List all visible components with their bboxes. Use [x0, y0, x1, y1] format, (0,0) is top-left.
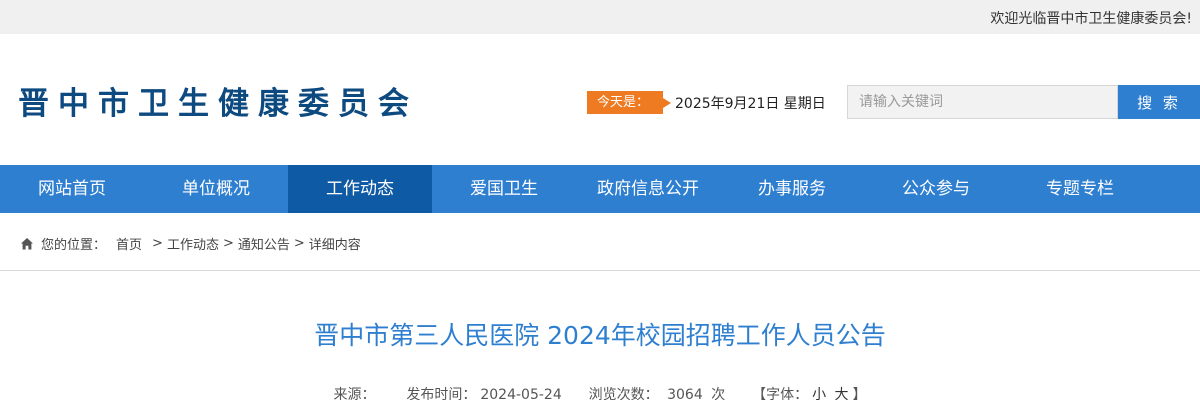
- breadcrumb-prefix: 您的位置：: [41, 238, 107, 253]
- breadcrumb-separator: >: [152, 236, 163, 251]
- nav-item-work-news[interactable]: 工作动态: [288, 165, 432, 213]
- publish-label: 发布时间：: [406, 387, 477, 400]
- breadcrumb-separator: >: [293, 236, 305, 251]
- breadcrumb-separator: >: [222, 236, 234, 251]
- search-input[interactable]: [847, 85, 1118, 119]
- font-size-label: 【字体：: [752, 387, 809, 400]
- header: 晋中市卫生健康委员会 今天是： 2025年9月21日 星期日 搜 索: [0, 34, 1200, 165]
- site-title[interactable]: 晋中市卫生健康委员会: [18, 78, 418, 123]
- main-nav: 网站首页 单位概况 工作动态 爱国卫生 政府信息公开 办事服务 公众参与 专题专…: [0, 165, 1200, 213]
- nav-item-participation[interactable]: 公众参与: [864, 165, 1008, 213]
- breadcrumb-home[interactable]: 首页: [116, 234, 142, 253]
- welcome-text: 欢迎光临晋中市卫生健康委员会!: [990, 11, 1192, 27]
- nav-item-topics[interactable]: 专题专栏: [1008, 165, 1152, 213]
- breadcrumb-current: 详细内容: [308, 238, 361, 253]
- breadcrumb-work-news[interactable]: 工作动态: [167, 234, 219, 253]
- views-label: 浏览次数：: [588, 387, 659, 400]
- nav-item-overview[interactable]: 单位概况: [144, 165, 288, 213]
- nav-item-home[interactable]: 网站首页: [0, 165, 144, 213]
- top-bar: 欢迎光临晋中市卫生健康委员会!: [0, 0, 1200, 34]
- today-label: 今天是：: [587, 91, 671, 114]
- nav-item-gov-info[interactable]: 政府信息公开: [576, 165, 720, 213]
- search-button[interactable]: 搜 索: [1118, 85, 1200, 119]
- nav-item-services[interactable]: 办事服务: [720, 165, 864, 213]
- article-meta: 来源： 发布时间： 2024-05-24 浏览次数： 3064 次 【字体：小 大…: [0, 384, 1200, 400]
- breadcrumb-notices[interactable]: 通知公告: [238, 234, 290, 253]
- breadcrumb: 您的位置： 首页 > 工作动态 > 通知公告 > 详细内容: [0, 213, 1200, 271]
- font-size-close: 】: [852, 387, 867, 400]
- nav-item-patriotic-health[interactable]: 爱国卫生: [432, 165, 576, 213]
- font-large-button[interactable]: 大: [835, 387, 849, 400]
- home-icon: [21, 237, 33, 249]
- views-count: 3064: [667, 387, 703, 400]
- article-title: 晋中市第三人民医院 2024年校园招聘工作人员公告: [314, 321, 886, 350]
- font-small-button[interactable]: 小: [812, 387, 826, 400]
- views-unit: 次: [711, 387, 726, 400]
- current-date: 2025年9月21日 星期日: [675, 96, 826, 112]
- source-label: 来源：: [333, 387, 376, 400]
- publish-date: 2024-05-24: [480, 387, 562, 400]
